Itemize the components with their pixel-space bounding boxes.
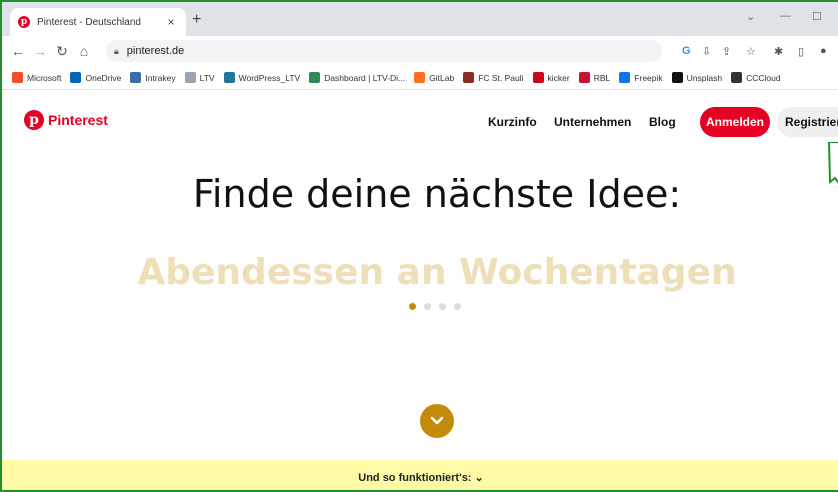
cccloud-icon xyxy=(731,72,743,83)
browser-window: p Pinterest - Deutschland × + ⌄ — ☐ ← → … xyxy=(0,0,838,492)
bookmark-label: OneDrive xyxy=(85,72,122,83)
install-icon[interactable]: ⇩ xyxy=(702,45,711,58)
bookmark-label: Intrakey xyxy=(145,72,176,83)
wordpress-icon xyxy=(223,72,235,83)
bookmark-item[interactable]: GitLab xyxy=(414,72,454,83)
share-icon[interactable]: ⇪ xyxy=(722,45,731,58)
carousel-dot-active[interactable] xyxy=(409,303,416,310)
unsplash-icon xyxy=(671,72,683,83)
bookmark-star-icon[interactable]: ☆ xyxy=(746,45,756,58)
ltv-icon xyxy=(184,72,196,83)
bookmark-label: CCCloud xyxy=(746,72,781,83)
site-header: p Pinterest Kurzinfo Unternehmen Blog An… xyxy=(2,90,838,152)
nav-kurzinfo[interactable]: Kurzinfo xyxy=(488,115,537,129)
bookmark-item[interactable]: OneDrive xyxy=(70,72,121,83)
pinterest-favicon-icon: p xyxy=(18,16,30,28)
pinterest-logo-icon: p xyxy=(24,110,44,130)
carousel-dots xyxy=(409,303,469,310)
back-icon[interactable]: ← xyxy=(8,43,28,59)
lock-icon: 🔒︎ xyxy=(114,45,119,56)
tab-strip: p Pinterest - Deutschland × + ⌄ — ☐ xyxy=(2,2,838,36)
hero-rotating-text: Abendessen an Wochentagen xyxy=(137,252,737,293)
tab-search-icon[interactable]: ⌄ xyxy=(746,10,755,23)
hero-headline: Finde deine nächste Idee: xyxy=(192,172,682,216)
carousel-dot[interactable] xyxy=(439,303,446,310)
pinterest-logo[interactable]: p Pinterest xyxy=(24,110,108,130)
bookmark-item[interactable]: FC St. Pauli xyxy=(463,72,524,83)
how-it-works-band[interactable]: Und so funktioniert's: ⌄ xyxy=(2,460,838,490)
home-icon[interactable]: ⌂ xyxy=(74,43,94,59)
bookmark-label: LTV xyxy=(199,72,215,83)
bookmark-label: kicker xyxy=(547,72,570,83)
maximize-icon[interactable]: ☐ xyxy=(812,10,822,23)
bookmark-item[interactable]: RBL xyxy=(578,72,611,83)
bookmark-label: Freepik xyxy=(634,72,663,83)
bookmark-label: FC St. Pauli xyxy=(478,72,524,83)
address-bar[interactable]: 🔒︎ pinterest.de xyxy=(106,40,662,62)
stpauli-icon xyxy=(463,72,475,83)
bookmark-item[interactable]: LTV xyxy=(184,72,215,83)
globe-icon xyxy=(130,72,142,83)
minimize-icon[interactable]: — xyxy=(780,10,791,22)
bookmarks-bar: Microsoft OneDrive Intrakey LTV WordPress_LT… xyxy=(2,66,838,90)
chevron-down-icon xyxy=(430,416,444,425)
onedrive-icon xyxy=(70,72,82,83)
register-button[interactable]: Registriere xyxy=(777,107,838,137)
profile-icon[interactable]: ● xyxy=(820,45,827,57)
logo-text: Pinterest xyxy=(48,112,108,128)
bookmark-label: GitLab xyxy=(429,72,455,83)
bookmark-item[interactable]: Microsoft xyxy=(12,72,61,83)
nav-blog[interactable]: Blog xyxy=(649,115,676,129)
browser-tab[interactable]: p Pinterest - Deutschland × xyxy=(10,8,186,36)
forward-icon[interactable]: → xyxy=(30,43,50,59)
bookmark-item[interactable]: CCCloud xyxy=(731,72,781,83)
rbl-icon xyxy=(578,72,590,83)
carousel-dot[interactable] xyxy=(454,303,461,310)
dashboard-icon xyxy=(309,72,321,83)
bookmark-item[interactable]: WordPress_LTV xyxy=(223,72,301,83)
bookmark-label: Unsplash xyxy=(686,72,723,83)
bookmark-label: WordPress_LTV xyxy=(238,72,301,83)
login-button[interactable]: Anmelden xyxy=(700,107,770,137)
tab-title: Pinterest - Deutschland xyxy=(37,16,141,28)
bookmark-item[interactable]: Freepik xyxy=(619,72,663,83)
bookmark-item[interactable]: Unsplash xyxy=(671,72,723,83)
kicker-icon xyxy=(532,72,544,83)
bookmark-item[interactable]: Intrakey xyxy=(130,72,176,83)
google-icon[interactable]: G xyxy=(682,45,691,57)
nav-unternehmen[interactable]: Unternehmen xyxy=(554,115,631,129)
bookmark-item[interactable]: kicker xyxy=(532,72,570,83)
reload-icon[interactable]: ↻ xyxy=(52,43,72,60)
extensions-icon[interactable]: ✱ xyxy=(774,45,783,58)
carousel-dot[interactable] xyxy=(424,303,431,310)
scroll-down-button[interactable] xyxy=(420,404,454,438)
new-tab-button[interactable]: + xyxy=(192,12,201,28)
freepik-icon xyxy=(619,72,631,83)
bookmark-label: Dashboard | LTV-Di... xyxy=(324,72,406,83)
bookmark-label: RBL xyxy=(593,72,611,83)
gitlab-icon xyxy=(414,72,426,83)
browser-toolbar: ← → ↻ ⌂ 🔒︎ pinterest.de G ⇩ ⇪ ☆ ✱ ▯ ● xyxy=(2,36,838,66)
microsoft-icon xyxy=(12,72,23,83)
bookmark-item[interactable]: Dashboard | LTV-Di... xyxy=(309,72,405,83)
tab-close-icon[interactable]: × xyxy=(164,15,178,29)
url-text: pinterest.de xyxy=(126,45,185,57)
how-it-works-label: Und so funktioniert's: ⌄ xyxy=(358,471,484,484)
sidepanel-icon[interactable]: ▯ xyxy=(798,45,804,58)
bookmark-label: Microsoft xyxy=(27,72,62,83)
